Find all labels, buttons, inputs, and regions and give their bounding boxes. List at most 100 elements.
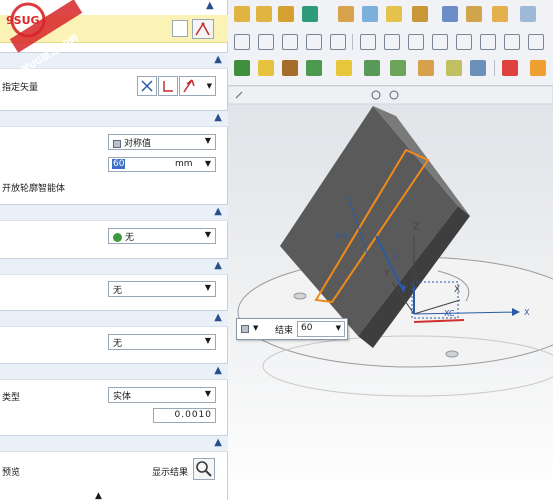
hole-icon	[445, 350, 459, 358]
reverse-direction-button[interactable]	[137, 76, 157, 96]
mirror-tool-icon[interactable]	[384, 34, 400, 50]
body-type-dropdown[interactable]: 实体 ▼	[108, 387, 216, 403]
graphics-viewport[interactable]: 100 Z Y X XC X ZC	[228, 86, 553, 500]
fillet-tool-icon[interactable]	[504, 34, 520, 50]
x-label: X	[454, 285, 460, 295]
block-icon[interactable]	[234, 6, 250, 22]
join-tool-icon[interactable]	[456, 34, 472, 50]
datum-icon[interactable]	[302, 6, 318, 22]
render-icon[interactable]	[520, 6, 536, 22]
cube-icon[interactable]	[338, 6, 354, 22]
cube-icon[interactable]	[241, 325, 249, 333]
dimension-label: 100	[334, 232, 347, 240]
draft-section-header[interactable]: ▲	[0, 258, 228, 275]
distance-unit: mm	[175, 159, 193, 169]
boolean-value: 无	[125, 233, 135, 243]
more-chevron-icon[interactable]: ▲	[95, 491, 102, 500]
trim-tool-icon[interactable]	[330, 34, 346, 50]
shell-icon[interactable]	[278, 6, 294, 22]
end-limit-widget[interactable]: ▼ 结束 60 ▼	[236, 318, 348, 340]
chevron-down-icon: ▼	[204, 159, 211, 168]
chevron-down-icon[interactable]: ▼	[253, 324, 258, 332]
curve-tool-icon[interactable]	[234, 34, 250, 50]
limit-method-value: 对称值	[124, 139, 152, 149]
vector-type-dropdown[interactable]: ▼	[179, 76, 216, 96]
mold-tool-icon[interactable]	[234, 60, 250, 76]
toolbar-separator	[352, 34, 353, 50]
scene-canvas[interactable]: 100 Z Y X XC X ZC	[228, 86, 553, 500]
body-type-label: 类型	[2, 393, 21, 403]
chevron-up-icon[interactable]: ▲	[214, 206, 222, 217]
chevron-up-icon[interactable]: ▲	[214, 312, 222, 323]
draft-value: 无	[113, 286, 123, 296]
body-icon[interactable]	[386, 6, 402, 22]
chevron-up-icon[interactable]: ▲	[214, 437, 222, 448]
offset-tool-icon[interactable]	[306, 34, 322, 50]
zc-label: ZC	[392, 250, 400, 260]
transform-icon[interactable]	[466, 6, 482, 22]
magnifier-icon	[196, 461, 212, 477]
hole-icon	[293, 292, 307, 300]
draft-dropdown[interactable]: 无 ▼	[108, 281, 216, 297]
bridge-tool-icon[interactable]	[480, 34, 496, 50]
command-toolbars	[228, 0, 553, 86]
offset-dropdown[interactable]: 无 ▼	[108, 334, 216, 350]
screw-icon[interactable]	[470, 60, 486, 76]
slider-icon[interactable]	[306, 60, 322, 76]
toolbar-row-2	[228, 30, 553, 54]
cooling-icon[interactable]	[336, 60, 352, 76]
watermark-text-1: 9SUG	[6, 14, 40, 27]
project-tool-icon[interactable]	[360, 34, 376, 50]
offset-section-header[interactable]: ▲	[0, 310, 228, 327]
electrode-icon[interactable]	[364, 60, 380, 76]
spring-icon[interactable]	[418, 60, 434, 76]
distance-value: 60	[112, 159, 126, 169]
x-end-label: X	[524, 308, 530, 317]
pin-icon[interactable]	[446, 60, 462, 76]
chevron-up-icon[interactable]: ▲	[214, 365, 222, 376]
section-select-button[interactable]	[172, 20, 188, 37]
tolerance-input[interactable]: 0.0010	[153, 408, 216, 423]
sheet-icon[interactable]	[362, 6, 378, 22]
limits-section-header[interactable]: ▲	[0, 110, 228, 127]
chevron-down-icon: ▼	[335, 324, 341, 332]
gate-icon[interactable]	[390, 60, 406, 76]
insert-icon[interactable]	[282, 60, 298, 76]
chevron-up-icon[interactable]: ▲	[214, 260, 222, 271]
chevron-up-icon[interactable]: ▲	[214, 54, 222, 65]
orange-color-icon[interactable]	[530, 60, 546, 76]
open-profile-label: 开放轮廓智能体	[2, 184, 66, 194]
arc-tool-icon[interactable]	[282, 34, 298, 50]
settings-section-header[interactable]: ▲	[0, 363, 228, 380]
limit-method-dropdown[interactable]: 对称值 ▼	[108, 134, 216, 150]
red-color-icon[interactable]	[502, 60, 518, 76]
cube-icon	[113, 139, 121, 148]
section-chevron-icon[interactable]: ▲	[206, 0, 214, 11]
chamfer-tool-icon[interactable]	[528, 34, 544, 50]
end-value: 60	[301, 323, 313, 333]
toolbar-separator	[494, 60, 495, 76]
boolean-dropdown[interactable]: 无 ▼	[108, 228, 216, 244]
xc-label: XC	[444, 309, 455, 318]
offset-value: 无	[113, 339, 123, 349]
solid-icon[interactable]	[442, 6, 458, 22]
preview-label: 预览	[2, 468, 21, 478]
vector-dialog-button[interactable]	[158, 76, 178, 96]
extend-tool-icon[interactable]	[408, 34, 424, 50]
toolbar-row-3	[228, 56, 553, 80]
box-icon[interactable]	[412, 6, 428, 22]
pattern-icon[interactable]	[256, 6, 272, 22]
divide-tool-icon[interactable]	[432, 34, 448, 50]
preview-section-header[interactable]: ▲	[0, 435, 228, 452]
shade-icon[interactable]	[492, 6, 508, 22]
sketch-icon[interactable]	[192, 19, 214, 39]
boolean-section-header[interactable]: ▲	[0, 204, 228, 221]
line-tool-icon[interactable]	[258, 34, 274, 50]
show-result-button[interactable]	[193, 458, 215, 480]
end-value-input[interactable]: 60 ▼	[297, 321, 345, 337]
body-type-value: 实体	[113, 392, 132, 402]
distance-input[interactable]: 60 mm ▼	[108, 157, 216, 172]
chevron-up-icon[interactable]: ▲	[214, 112, 222, 123]
z-label: Z	[413, 222, 419, 232]
ejector-icon[interactable]	[258, 60, 274, 76]
